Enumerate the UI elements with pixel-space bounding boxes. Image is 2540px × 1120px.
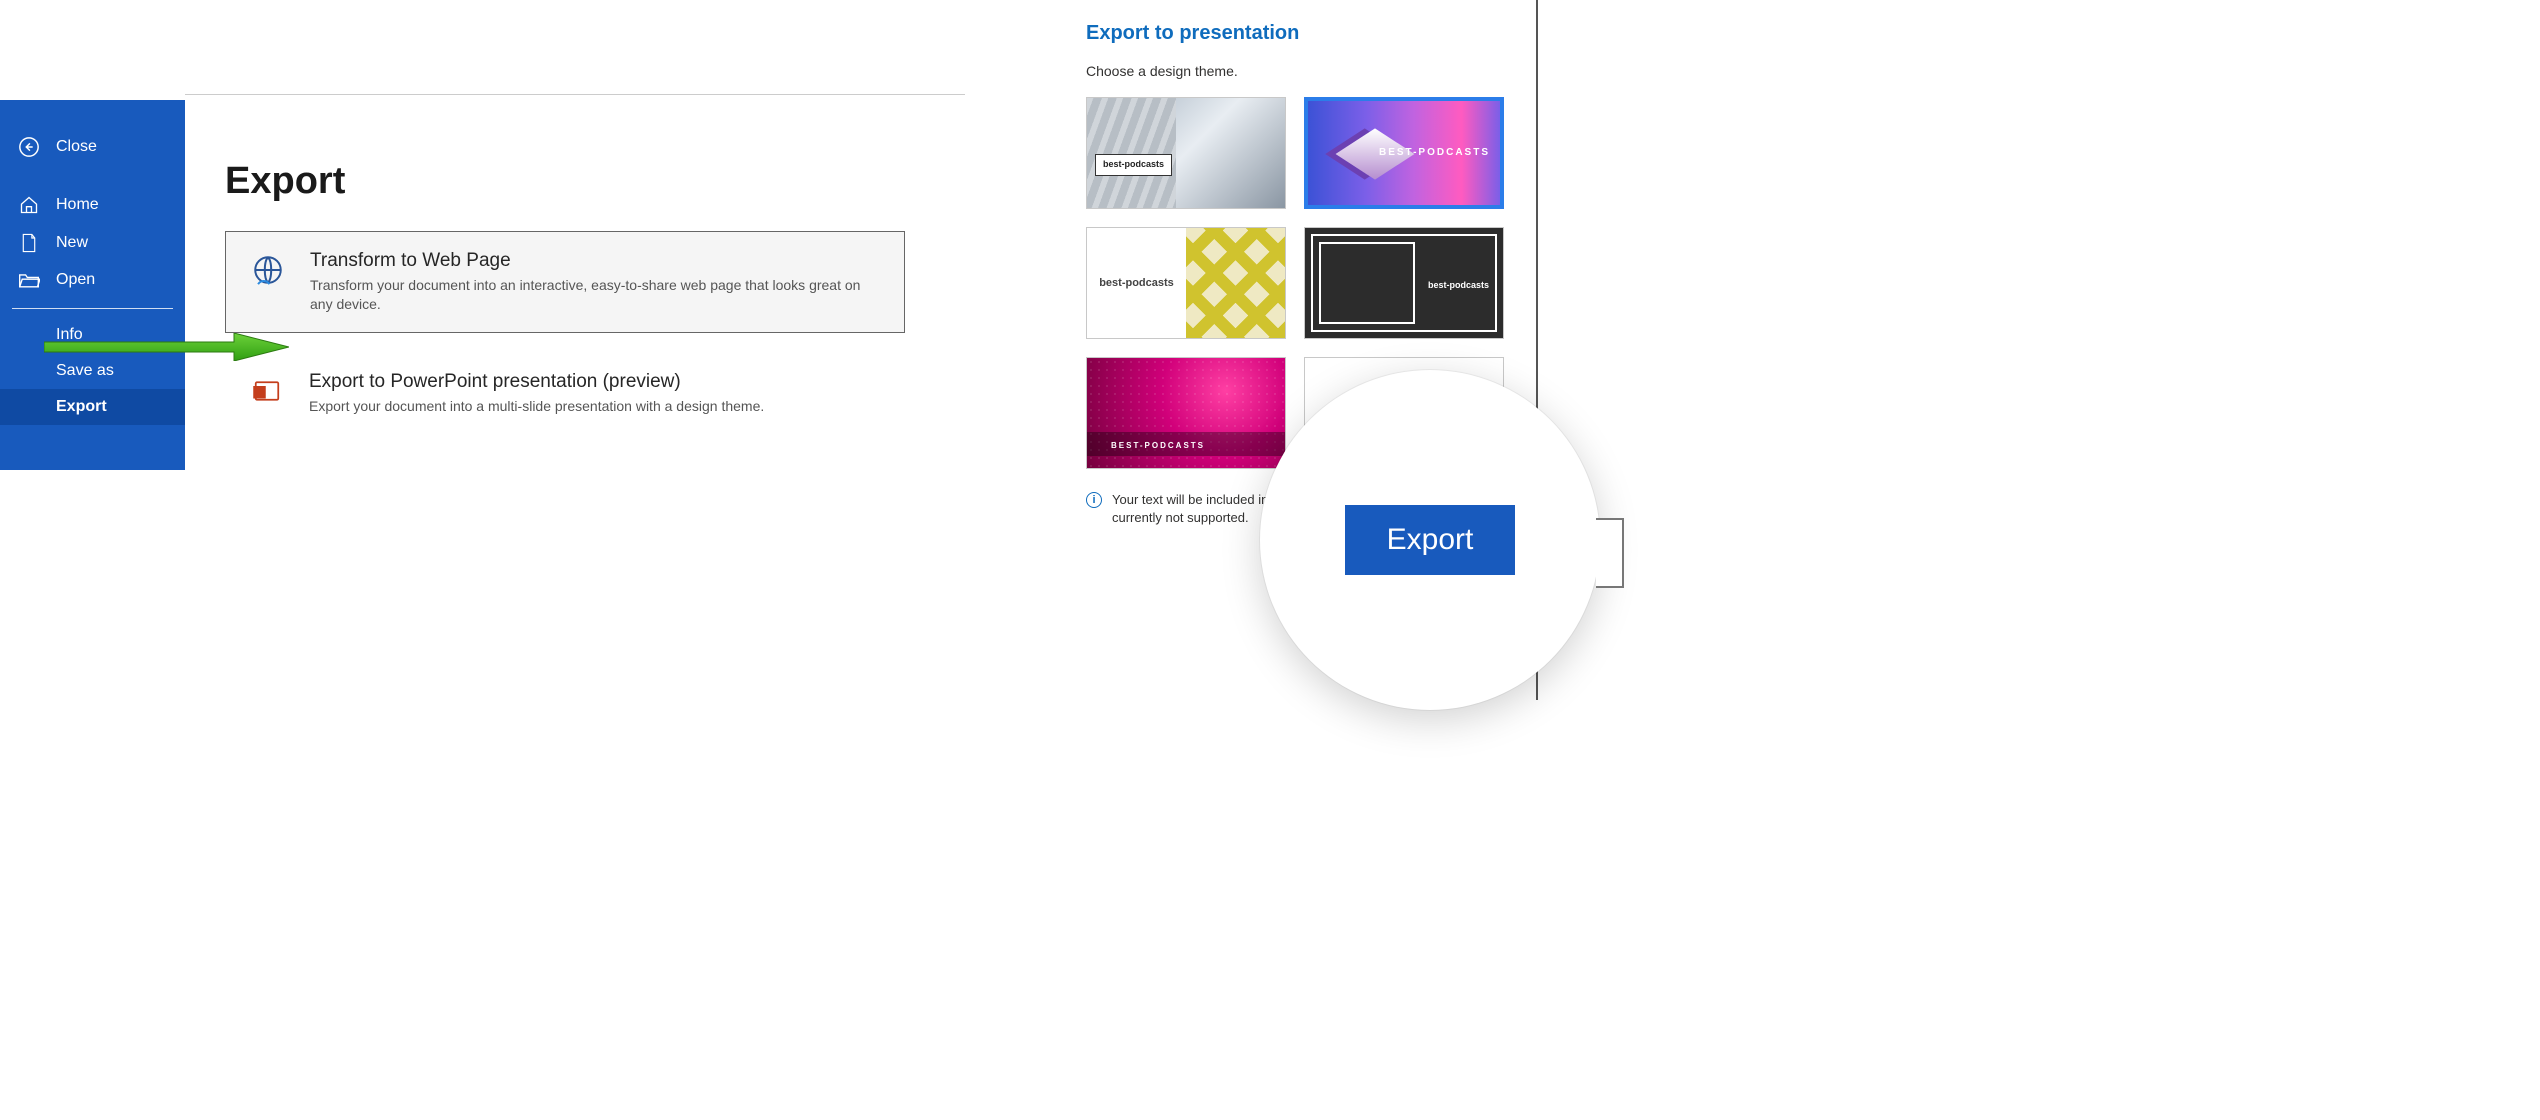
- back-arrow-icon: [18, 136, 40, 158]
- sidebar-item-label: Save as: [56, 362, 114, 380]
- close-label: Close: [56, 138, 97, 156]
- option-title: Transform to Web Page: [310, 250, 870, 272]
- option-desc: Transform your document into an interact…: [310, 276, 870, 314]
- sidebar-item-new[interactable]: New: [0, 224, 185, 262]
- powerpoint-icon: [247, 371, 287, 411]
- word-backstage: Close Home New Open Info Save: [0, 100, 965, 470]
- info-text: Your text will be included in t currentl…: [1112, 491, 1276, 527]
- panel-subtitle: Choose a design theme.: [1086, 63, 1528, 79]
- info-icon: i: [1086, 492, 1102, 508]
- sidebar-item-label: Export: [56, 398, 107, 416]
- theme-option-4[interactable]: best-podcasts: [1304, 227, 1504, 339]
- theme-caption: best-podcasts: [1099, 277, 1174, 289]
- export-button[interactable]: Export: [1345, 505, 1516, 575]
- export-to-powerpoint-option[interactable]: Export to PowerPoint presentation (previ…: [225, 353, 905, 434]
- option-title: Export to PowerPoint presentation (previ…: [309, 371, 764, 393]
- theme-caption: best-podcasts: [1428, 280, 1489, 290]
- option-body: Export to PowerPoint presentation (previ…: [309, 371, 764, 416]
- export-button-zoom: Export: [1260, 370, 1600, 710]
- theme-caption: BEST-PODCASTS: [1379, 147, 1490, 158]
- sidebar-item-home[interactable]: Home: [0, 186, 185, 224]
- option-body: Transform to Web Page Transform your doc…: [310, 250, 870, 314]
- close-button[interactable]: Close: [0, 126, 185, 186]
- globe-icon: [248, 250, 288, 290]
- export-main-area: Export Transform to Web Page Transform y…: [185, 100, 965, 470]
- backstage-sidebar: Close Home New Open Info Save: [0, 100, 185, 470]
- theme-caption: best-podcasts: [1095, 154, 1172, 176]
- theme-option-3[interactable]: best-podcasts: [1086, 227, 1286, 339]
- page-title: Export: [225, 160, 965, 203]
- option-desc: Export your document into a multi-slide …: [309, 397, 764, 416]
- sidebar-item-label: Home: [56, 196, 99, 214]
- transform-to-web-page-option[interactable]: Transform to Web Page Transform your doc…: [225, 231, 905, 333]
- panel-title: Export to presentation: [1086, 22, 1528, 45]
- home-icon: [18, 195, 40, 215]
- folder-open-icon: [18, 271, 40, 289]
- sidebar-divider: [12, 308, 173, 309]
- sidebar-item-open[interactable]: Open: [0, 262, 185, 298]
- sidebar-item-label: New: [56, 234, 88, 252]
- sidebar-item-export[interactable]: Export: [0, 389, 185, 425]
- theme-option-2[interactable]: BEST-PODCASTS: [1304, 97, 1504, 209]
- new-doc-icon: [18, 233, 40, 253]
- theme-option-5[interactable]: BEST-PODCASTS: [1086, 357, 1286, 469]
- theme-option-1[interactable]: best-podcasts: [1086, 97, 1286, 209]
- annotation-arrow-icon: [44, 333, 289, 361]
- cancel-button-partial[interactable]: [1596, 518, 1624, 588]
- sidebar-item-label: Open: [56, 271, 95, 289]
- theme-caption: BEST-PODCASTS: [1111, 441, 1205, 450]
